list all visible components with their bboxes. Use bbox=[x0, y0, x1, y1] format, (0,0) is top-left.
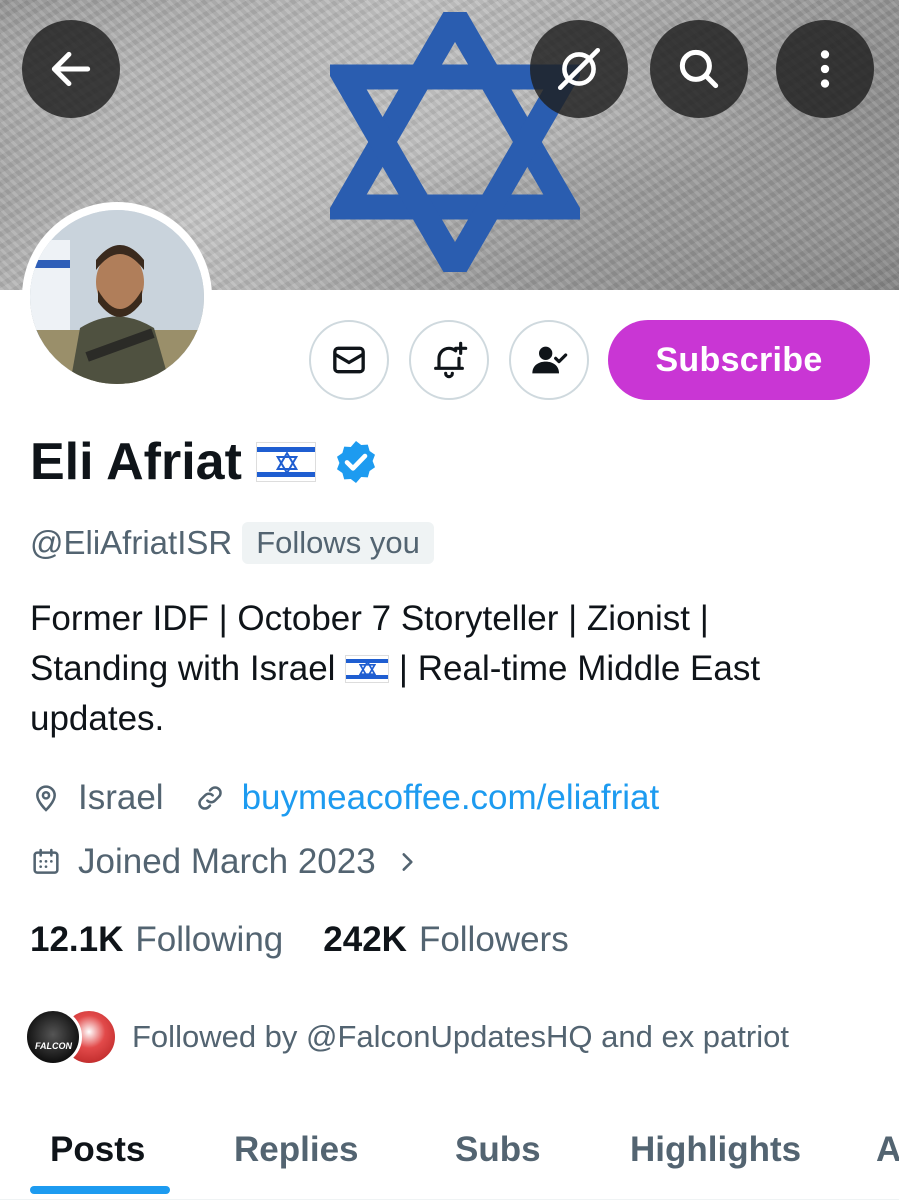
israel-flag-icon bbox=[345, 655, 390, 683]
bio-line-2: Standing with Israel | Real-time Middle … bbox=[30, 644, 870, 694]
tab-replies[interactable]: Replies bbox=[234, 1120, 359, 1180]
notifications-button[interactable] bbox=[409, 320, 489, 400]
israel-flag-icon bbox=[255, 442, 316, 482]
followers-count: 242K bbox=[323, 920, 407, 959]
followed-by-row[interactable]: FALCON Followed by @FalconUpdatesHQ and … bbox=[24, 1005, 789, 1069]
followers-stat[interactable]: 242K Followers bbox=[323, 920, 568, 960]
active-tab-indicator bbox=[30, 1186, 170, 1194]
falcon-avatar: FALCON bbox=[24, 1008, 82, 1066]
bio-line-1: Former IDF | October 7 Storyteller | Zio… bbox=[30, 599, 709, 638]
calendar-icon bbox=[33, 848, 59, 874]
bio-line-2b: | Real-time Middle East bbox=[398, 649, 761, 688]
profile-name-row: Eli Afriat bbox=[30, 430, 380, 494]
tab-articles-partial[interactable]: A bbox=[876, 1120, 899, 1180]
link-icon bbox=[197, 786, 222, 810]
followed-by-text: Followed by @FalconUpdatesHQ and ex patr… bbox=[132, 1019, 789, 1054]
profile-bio: Former IDF | October 7 Storyteller | Zio… bbox=[30, 594, 870, 744]
user-check-icon bbox=[532, 346, 568, 374]
mail-icon bbox=[333, 346, 365, 374]
subscribe-button[interactable]: Subscribe bbox=[608, 320, 870, 400]
followers-label: Followers bbox=[418, 920, 569, 959]
search-button[interactable] bbox=[650, 20, 748, 118]
search-icon bbox=[679, 49, 719, 89]
joined-date: Joined March 2023 bbox=[78, 842, 376, 881]
bio-line-3: updates. bbox=[30, 699, 165, 738]
avatar-image bbox=[30, 210, 204, 384]
message-button[interactable] bbox=[309, 320, 389, 400]
soldier-portrait bbox=[30, 210, 204, 384]
handle-row: @EliAfriatISR Follows you bbox=[30, 520, 434, 566]
grok-button[interactable] bbox=[530, 20, 628, 118]
profile-avatar[interactable] bbox=[22, 202, 212, 392]
display-name: Eli Afriat bbox=[30, 433, 242, 491]
username-handle: @EliAfriatISR bbox=[30, 524, 233, 561]
falcon-avatar-text: FALCON bbox=[35, 1041, 72, 1051]
back-button[interactable] bbox=[22, 20, 120, 118]
back-arrow-icon bbox=[51, 51, 91, 87]
following-count: 12.1K bbox=[30, 920, 124, 959]
follow-stats: 12.1K Following 242K Followers bbox=[30, 915, 569, 965]
verified-badge-icon[interactable] bbox=[332, 438, 380, 486]
profile-meta-row: Israel buymeacoffee.com/eliafriat bbox=[30, 773, 659, 823]
following-label: Following bbox=[135, 920, 284, 959]
website-link[interactable]: buymeacoffee.com/eliafriat bbox=[242, 778, 660, 818]
bell-plus-icon bbox=[434, 341, 468, 379]
chevron-right-icon bbox=[402, 853, 413, 871]
tab-highlights[interactable]: Highlights bbox=[630, 1120, 801, 1180]
following-stat[interactable]: 12.1K Following bbox=[30, 920, 283, 960]
bio-line-2a: Standing with Israel bbox=[30, 649, 336, 688]
more-vertical-icon bbox=[820, 50, 830, 88]
location-pin-icon bbox=[36, 785, 56, 812]
following-button[interactable] bbox=[509, 320, 589, 400]
tab-posts[interactable]: Posts bbox=[50, 1120, 145, 1180]
more-button[interactable] bbox=[776, 20, 874, 118]
location-text: Israel bbox=[78, 778, 164, 817]
tab-subs[interactable]: Subs bbox=[455, 1120, 541, 1180]
follows-you-badge: Follows you bbox=[242, 522, 434, 564]
joined-row[interactable]: Joined March 2023 bbox=[30, 837, 420, 887]
grok-icon bbox=[557, 47, 601, 91]
